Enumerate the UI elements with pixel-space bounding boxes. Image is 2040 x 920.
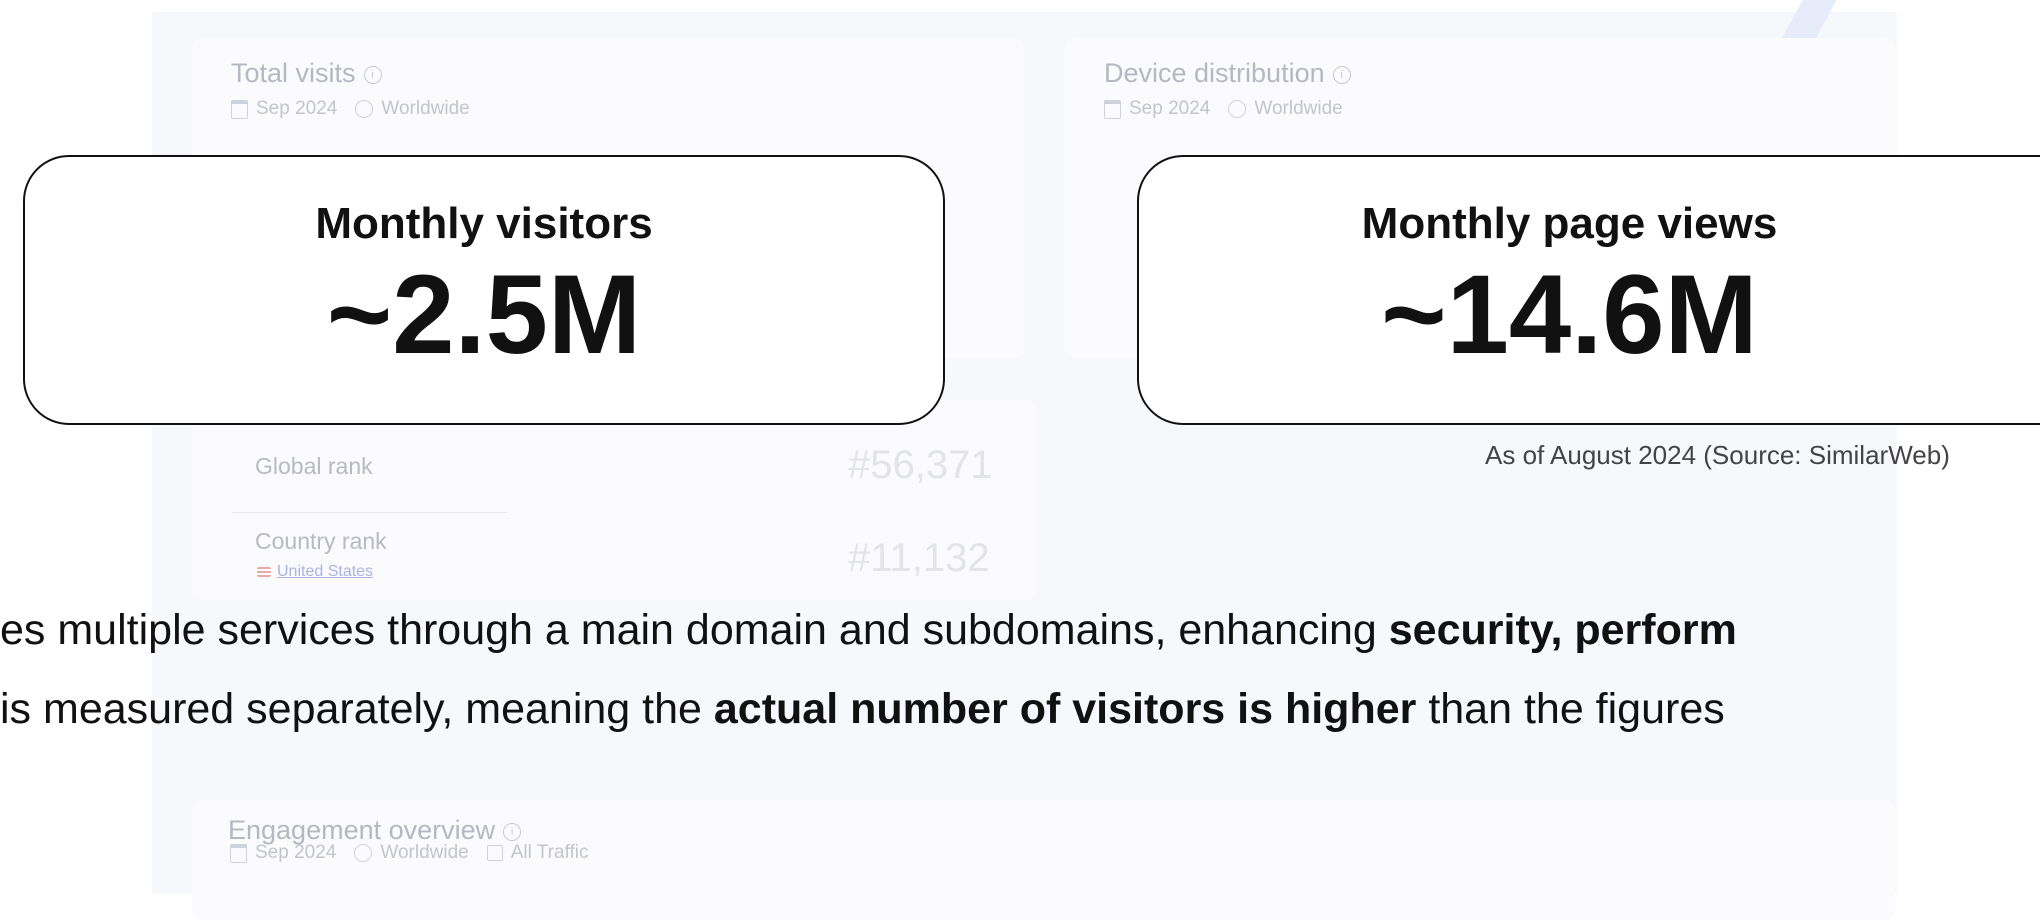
device-distribution-meta: Sep 2024 Worldwide [1104, 98, 1343, 120]
monthly-page-views-value: ~14.6M [1381, 252, 1758, 377]
monthly-page-views-box: Monthly page views ~14.6M [1137, 155, 2040, 425]
engagement-date[interactable]: Sep 2024 [255, 842, 336, 864]
monthly-visitors-box: Monthly visitors ~2.5M [23, 155, 945, 425]
globe-icon [354, 844, 373, 862]
global-rank-value: #56,371 [848, 443, 993, 487]
engagement-meta: Sep 2024 Worldwide All Traffic [230, 842, 589, 864]
device-distribution-title: Device distribution [1104, 58, 1325, 88]
info-icon[interactable]: i [503, 822, 522, 841]
country-rank-value: #11,132 [848, 536, 990, 580]
total-visits-meta: Sep 2024 Worldwide [231, 98, 470, 120]
calendar-icon [230, 843, 247, 863]
monthly-visitors-value: ~2.5M [326, 252, 642, 377]
monthly-visitors-label: Monthly visitors [315, 199, 653, 248]
globe-icon [1228, 100, 1247, 118]
engagement-region[interactable]: Worldwide [380, 842, 468, 864]
info-icon[interactable]: i [1332, 65, 1351, 84]
country-rank-link[interactable]: United States [257, 563, 373, 581]
body-text-line-1-bold: security, perform [1388, 606, 1737, 654]
us-flag-icon [257, 567, 271, 577]
body-text-line-2-bold: actual number of visitors is higher [713, 685, 1417, 733]
calendar-icon [231, 99, 248, 119]
calendar-icon [1104, 99, 1121, 119]
traffic-icon [486, 845, 503, 861]
total-visits-region[interactable]: Worldwide [381, 98, 469, 120]
source-note: As of August 2024 (Source: SimilarWeb) [1485, 440, 1950, 470]
total-visits-title-row: Total visits i [231, 58, 382, 89]
global-rank-label: Global rank [255, 453, 373, 479]
rank-divider [232, 512, 507, 513]
monthly-page-views-label: Monthly page views [1361, 199, 1778, 248]
country-rank-label: Country rank [255, 528, 387, 554]
body-text-line-2: is measured separately, meaning the actu… [0, 685, 1725, 734]
device-distribution-region[interactable]: Worldwide [1254, 98, 1342, 120]
device-distribution-title-row: Device distribution i [1104, 58, 1351, 89]
total-visits-title: Total visits [231, 58, 356, 88]
body-text-line-1-text: es multiple services through a main doma… [0, 606, 1389, 654]
body-text-line-2-tail: than the figures [1416, 685, 1725, 733]
body-text-line-1: es multiple services through a main doma… [0, 606, 1737, 655]
device-distribution-date[interactable]: Sep 2024 [1129, 98, 1210, 120]
info-icon[interactable]: i [363, 65, 382, 84]
engagement-title: Engagement overview [228, 815, 496, 845]
engagement-traffic[interactable]: All Traffic [511, 842, 589, 864]
globe-icon [355, 100, 374, 118]
total-visits-date[interactable]: Sep 2024 [256, 98, 337, 120]
country-rank-link-label[interactable]: United States [277, 563, 373, 581]
body-text-line-2-text: is measured separately, meaning the [0, 685, 714, 733]
